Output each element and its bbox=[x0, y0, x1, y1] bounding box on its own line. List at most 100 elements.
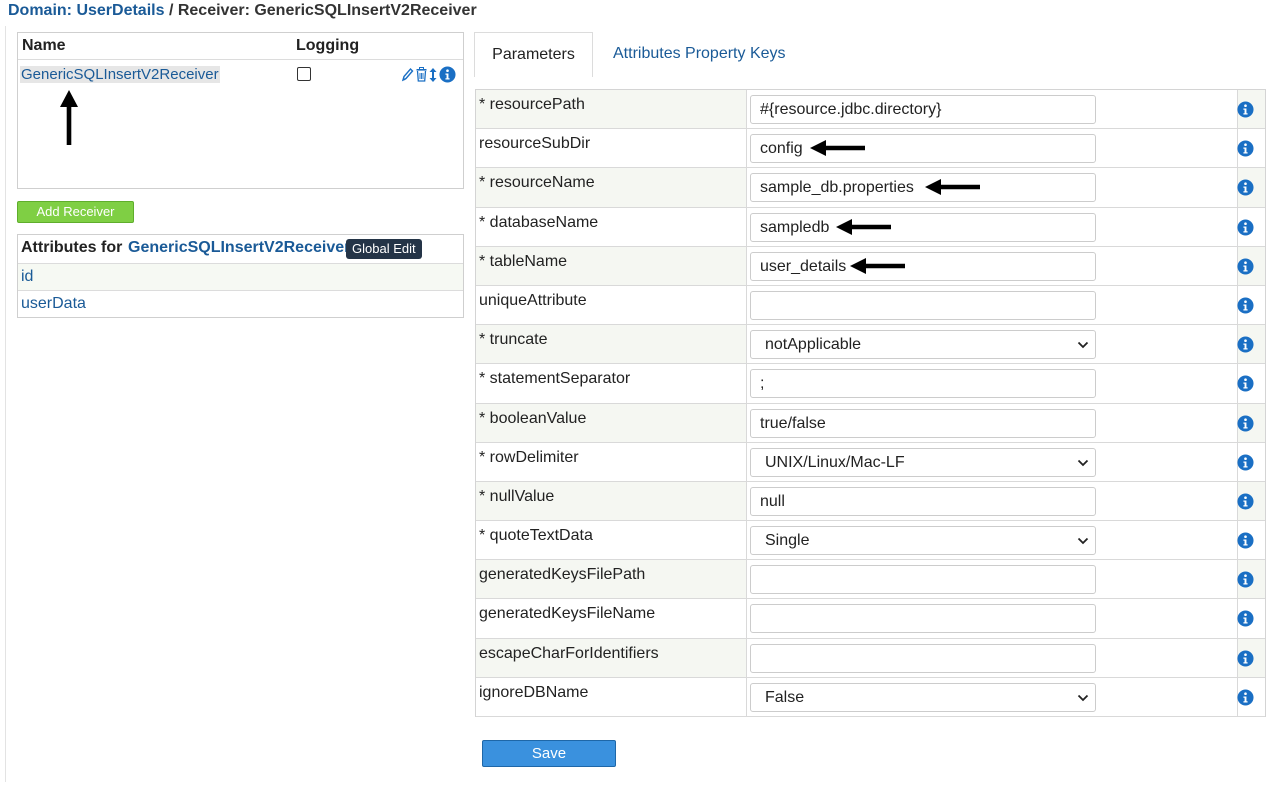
breadcrumb-separator: / bbox=[164, 2, 178, 19]
tab-bar: Parameters Attributes Property Keys bbox=[474, 32, 1264, 77]
attribute-item-userdata[interactable]: userData bbox=[18, 291, 463, 317]
param-row-ignoredbname: ignoreDBName False bbox=[476, 677, 1265, 717]
info-icon[interactable] bbox=[1237, 375, 1254, 392]
param-label: * statementSeparator bbox=[479, 370, 631, 388]
breadcrumb-receiver: Receiver: GenericSQLInsertV2Receiver bbox=[177, 2, 477, 19]
param-value: sample_db.properties bbox=[760, 179, 914, 197]
escapecharforidentifiers-input[interactable] bbox=[750, 643, 1096, 673]
receiver-name-link[interactable]: GenericSQLInsertV2Receiver bbox=[20, 66, 220, 83]
edit-pencil-icon[interactable] bbox=[401, 67, 414, 82]
param-value-cell bbox=[746, 638, 1238, 677]
rowdelimiter-select[interactable]: UNIX/Linux/Mac-LF bbox=[750, 447, 1096, 477]
resourcename-input[interactable]: sample_db.properties bbox=[750, 173, 1096, 203]
ignoredbname-select[interactable]: False bbox=[750, 682, 1096, 712]
param-label: * booleanValue bbox=[479, 409, 587, 427]
info-icon[interactable] bbox=[1237, 258, 1254, 275]
nullvalue-input[interactable]: null bbox=[750, 486, 1096, 516]
save-button[interactable]: Save bbox=[482, 740, 616, 767]
info-icon[interactable] bbox=[1237, 532, 1254, 549]
annotation-arrow-left bbox=[925, 179, 980, 196]
param-value-cell: null bbox=[746, 481, 1238, 521]
databasename-input[interactable]: sampledb bbox=[750, 212, 1096, 242]
param-row-statementseparator: * statementSeparator; bbox=[476, 364, 1265, 404]
parameters-table: * resourcePath #{resource.jdbc.directory}… bbox=[475, 89, 1266, 717]
param-value: notApplicable bbox=[765, 336, 862, 354]
info-icon[interactable] bbox=[1237, 689, 1254, 706]
param-value-cell: UNIX/Linux/Mac-LF bbox=[746, 442, 1238, 481]
annotation-arrow-left bbox=[850, 257, 905, 274]
param-row-generatedkeysfilename: generatedKeysFileName bbox=[476, 599, 1265, 639]
uniqueattribute-input[interactable] bbox=[750, 290, 1096, 320]
info-icon[interactable] bbox=[1237, 414, 1254, 432]
truncate-select[interactable]: notApplicable bbox=[750, 330, 1096, 360]
statementseparator-input[interactable]: ; bbox=[750, 369, 1096, 399]
info-icon[interactable] bbox=[1237, 610, 1254, 627]
tablename-input[interactable]: user_details bbox=[750, 251, 1096, 281]
row-actions bbox=[401, 66, 456, 83]
name-column-header: Name bbox=[22, 37, 66, 54]
receivers-table-header: Name Logging bbox=[18, 33, 463, 60]
param-value-cell: False bbox=[746, 677, 1238, 716]
attribute-item-id[interactable]: id bbox=[18, 264, 463, 291]
global-edit-button[interactable]: Global Edit bbox=[346, 239, 422, 259]
param-value-cell: true/false bbox=[746, 403, 1238, 442]
param-value-cell: Single bbox=[746, 521, 1238, 560]
annotation-arrow-left bbox=[810, 140, 865, 157]
resourcepath-input[interactable]: #{resource.jdbc.directory} bbox=[750, 95, 1096, 124]
annotation-arrow-up bbox=[60, 90, 78, 145]
param-value-cell: sampledb bbox=[746, 207, 1238, 246]
info-icon[interactable] bbox=[1237, 336, 1254, 353]
param-value-cell bbox=[746, 599, 1238, 638]
param-label: * databaseName bbox=[479, 213, 599, 231]
breadcrumb-domain-link[interactable]: Domain: UserDetails bbox=[8, 2, 165, 19]
param-row-generatedkeysfilepath: generatedKeysFilePath bbox=[476, 560, 1265, 600]
reorder-arrows-icon[interactable] bbox=[429, 67, 437, 83]
tab-parameters[interactable]: Parameters bbox=[474, 32, 593, 77]
logging-column-header: Logging bbox=[296, 37, 360, 54]
booleanvalue-input[interactable]: true/false bbox=[750, 408, 1096, 438]
info-icon[interactable] bbox=[439, 66, 456, 83]
param-row-truncate: * truncate notApplicable bbox=[476, 325, 1265, 365]
resourcesubdir-input[interactable]: config bbox=[750, 134, 1096, 164]
logging-checkbox[interactable] bbox=[297, 67, 311, 81]
chevron-down-icon bbox=[1077, 459, 1089, 466]
attributes-receiver-link[interactable]: GenericSQLInsertV2Receiver bbox=[128, 239, 350, 257]
generatedkeysfilename-input[interactable] bbox=[750, 604, 1096, 634]
param-value: null bbox=[760, 492, 785, 510]
info-icon[interactable] bbox=[1237, 650, 1254, 667]
param-label: ignoreDBName bbox=[479, 683, 589, 701]
tab-attributes-property-keys[interactable]: Attributes Property Keys bbox=[613, 32, 786, 76]
param-row-uniqueattribute: uniqueAttribute bbox=[476, 285, 1265, 326]
add-receiver-button[interactable]: Add Receiver bbox=[17, 201, 134, 223]
param-row-nullvalue: * nullValue null bbox=[476, 481, 1265, 522]
generatedkeysfilepath-input[interactable] bbox=[750, 565, 1096, 595]
param-value: user_details bbox=[760, 257, 847, 275]
param-label: * resourcePath bbox=[479, 96, 585, 113]
param-value-cell: sample_db.properties bbox=[746, 168, 1238, 207]
info-icon[interactable] bbox=[1237, 454, 1254, 471]
info-icon[interactable] bbox=[1237, 179, 1254, 196]
param-label: generatedKeysFilePath bbox=[479, 566, 646, 584]
param-row-resourcesubdir: resourceSubDir config bbox=[476, 129, 1265, 169]
attributes-title: Attributes for bbox=[21, 239, 123, 256]
param-label: * rowDelimiter bbox=[479, 448, 579, 466]
param-value-cell: #{resource.jdbc.directory} bbox=[746, 90, 1238, 129]
info-icon[interactable] bbox=[1237, 297, 1254, 314]
param-value: Single bbox=[765, 532, 810, 550]
page-left-rule bbox=[5, 26, 6, 782]
info-icon[interactable] bbox=[1237, 571, 1254, 588]
trash-icon[interactable] bbox=[416, 67, 427, 82]
breadcrumb: Domain: UserDetails / Receiver: GenericS… bbox=[8, 2, 477, 20]
chevron-down-icon bbox=[1077, 341, 1089, 349]
info-icon[interactable] bbox=[1237, 140, 1254, 157]
param-label: generatedKeysFileName bbox=[479, 605, 656, 623]
info-icon[interactable] bbox=[1237, 101, 1254, 118]
param-row-tablename: * tableName user_details bbox=[476, 246, 1265, 286]
info-icon[interactable] bbox=[1237, 493, 1254, 510]
param-label: uniqueAttribute bbox=[479, 291, 587, 309]
param-row-quotetextdata: * quoteTextData Single bbox=[476, 521, 1265, 561]
quotetextdata-select[interactable]: Single bbox=[750, 526, 1096, 556]
chevron-down-icon bbox=[1077, 694, 1089, 702]
info-icon[interactable] bbox=[1237, 219, 1254, 236]
param-value-cell bbox=[746, 285, 1238, 325]
